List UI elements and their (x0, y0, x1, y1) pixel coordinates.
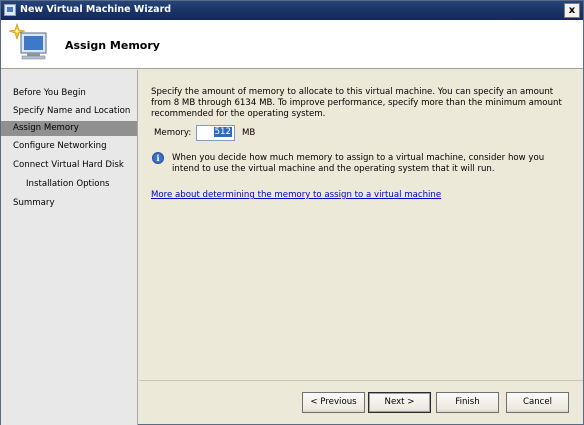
more-about-memory-link[interactable]: More about determining the memory to ass… (151, 190, 441, 200)
wizard-header: Assign Memory (1, 20, 583, 69)
info-icon: i (152, 152, 164, 164)
window-title: New Virtual Machine Wizard (20, 4, 172, 15)
page-title: Assign Memory (65, 39, 160, 52)
memory-input-value: 512 (213, 127, 232, 137)
previous-button[interactable]: < Previous (302, 392, 365, 413)
main-content: Specify the amount of memory to allocate… (139, 70, 583, 380)
memory-unit-label: MB (242, 128, 256, 138)
sidebar-item-connect-virtual-hard-disk[interactable]: Connect Virtual Hard Disk (1, 158, 137, 173)
sidebar-item-before-you-begin[interactable]: Before You Begin (1, 86, 137, 101)
finish-button[interactable]: Finish (436, 392, 499, 413)
memory-info-text: When you decide how much memory to assig… (172, 153, 545, 174)
memory-description: Specify the amount of memory to allocate… (151, 87, 562, 119)
sidebar-item-assign-memory[interactable]: Assign Memory (1, 121, 137, 136)
close-button[interactable]: x (564, 3, 580, 18)
next-button[interactable]: Next > (368, 392, 431, 413)
wizard-steps-sidebar: Before You Begin Specify Name and Locati… (1, 70, 138, 425)
memory-input[interactable]: 512 (196, 125, 235, 141)
footer-divider (139, 380, 583, 381)
sidebar-item-configure-networking[interactable]: Configure Networking (1, 139, 137, 154)
wizard-computer-sparkle-icon (8, 23, 47, 60)
wizard-window: New Virtual Machine Wizard x Assign Memo… (0, 0, 584, 425)
window-app-icon (4, 4, 16, 16)
cancel-button[interactable]: Cancel (506, 392, 569, 413)
sidebar-item-specify-name-and-location[interactable]: Specify Name and Location (1, 104, 137, 119)
memory-label: Memory: (154, 128, 192, 138)
title-bar[interactable]: New Virtual Machine Wizard x (1, 1, 583, 20)
sidebar-item-installation-options[interactable]: Installation Options (1, 177, 137, 192)
sidebar-item-summary[interactable]: Summary (1, 196, 137, 211)
